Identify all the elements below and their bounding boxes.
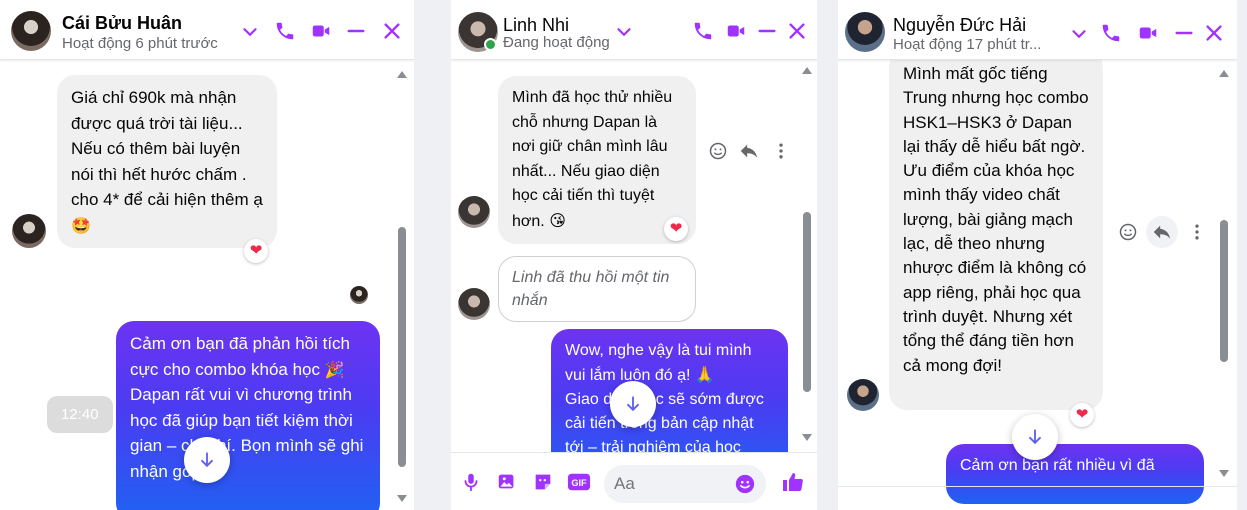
minimize-icon[interactable] — [1171, 20, 1197, 46]
online-indicator — [484, 38, 497, 51]
outgoing-message[interactable]: Cảm ơn bạn đã phản hồi tích cực cho comb… — [116, 321, 380, 510]
party-popper-emoji: 🎉 — [324, 359, 345, 379]
message-text: Giá chỉ 690k mà nhận được quá trời tài l… — [71, 88, 263, 209]
reply-icon[interactable] — [1146, 216, 1178, 248]
chat-header: Nguyễn Đức Hải Hoạt động 17 phút tr... — [838, 0, 1237, 60]
emoji-picker-icon[interactable] — [734, 473, 756, 495]
message-scrollbar[interactable] — [1218, 62, 1230, 484]
incoming-message[interactable]: Mình đã học thử nhiều chỗ nhưng Dapan là… — [498, 76, 696, 244]
arrow-down-icon — [627, 396, 639, 412]
react-smiley-icon[interactable] — [1115, 219, 1141, 245]
phone-call-icon[interactable] — [272, 18, 298, 44]
like-thumb-icon[interactable] — [780, 469, 806, 495]
heart-reaction-icon[interactable]: ❤ — [244, 239, 268, 263]
gif-icon[interactable]: GIF — [566, 469, 592, 495]
svg-text:GIF: GIF — [571, 478, 587, 488]
sender-avatar — [458, 196, 490, 228]
scrollbar-thumb[interactable] — [398, 227, 406, 467]
contact-name[interactable]: Nguyễn Đức Hải — [893, 15, 1026, 36]
scroll-down-arrow[interactable] — [802, 434, 812, 441]
star-struck-emoji: 🤩 — [71, 215, 91, 235]
minimize-icon[interactable] — [343, 18, 369, 44]
react-smiley-icon[interactable] — [705, 138, 731, 164]
contact-name[interactable]: Cái Bửu Huân — [62, 13, 182, 34]
chevron-down-icon[interactable] — [1066, 21, 1092, 47]
arrow-down-icon — [201, 452, 213, 468]
photo-icon[interactable] — [494, 469, 520, 495]
contact-name[interactable]: Linh Nhi — [503, 15, 569, 36]
message-scrollbar[interactable] — [801, 62, 813, 450]
message-text: Cảm ơn bạn rất nhiều vì đã — [960, 457, 1155, 474]
reply-icon[interactable] — [736, 138, 762, 164]
heart-reaction-icon[interactable]: ❤ — [664, 217, 688, 241]
video-call-icon[interactable] — [723, 18, 749, 44]
scrollbar-thumb[interactable] — [803, 212, 811, 392]
more-options-icon[interactable] — [1184, 219, 1210, 245]
close-icon[interactable] — [379, 18, 405, 44]
message-scrollbar[interactable] — [396, 62, 408, 510]
message-timestamp: 12:40 — [47, 396, 113, 433]
phone-call-icon[interactable] — [1098, 20, 1124, 46]
message-text: Cảm ơn bạn đã phản hồi tích cực cho comb… — [130, 334, 351, 379]
seen-avatar — [350, 286, 368, 304]
message-text-continued: Giao diện học sẽ sớm được cải tiến trong… — [565, 391, 764, 456]
recalled-message: Linh đã thu hồi một tin nhắn — [498, 256, 696, 322]
composer-divider — [838, 486, 1237, 487]
microphone-icon[interactable] — [458, 469, 484, 495]
chat-window-nguyen-duc-hai: Nguyễn Đức Hải Hoạt động 17 phút tr... M… — [838, 0, 1237, 510]
scroll-up-arrow[interactable] — [802, 67, 812, 74]
folded-hands-emoji: 🙏 — [694, 365, 715, 384]
message-text: Wow, nghe vậy là tui mình vui lắm luôn đ… — [565, 342, 752, 384]
contact-status: Hoạt động 17 phút tr... — [893, 36, 1042, 53]
contact-avatar[interactable] — [845, 12, 885, 52]
close-icon[interactable] — [1201, 20, 1227, 46]
incoming-message[interactable]: Giá chỉ 690k mà nhận được quá trời tài l… — [57, 75, 277, 248]
message-input[interactable] — [614, 465, 724, 503]
message-text: Mình đã học thử nhiều chỗ nhưng Dapan là… — [512, 89, 673, 230]
scroll-up-arrow[interactable] — [397, 71, 407, 78]
scroll-up-arrow[interactable] — [1219, 70, 1229, 77]
incoming-message[interactable]: Mình mất gốc tiếng Trung nhưng học combo… — [889, 50, 1103, 410]
arrow-down-icon — [1029, 429, 1041, 445]
phone-call-icon[interactable] — [690, 18, 716, 44]
contact-status: Hoạt động 6 phút trước — [62, 35, 218, 52]
scroll-to-bottom-button[interactable] — [1012, 414, 1058, 460]
sender-avatar — [12, 214, 46, 248]
chat-window-cai-buu-huan: Cái Bửu Huân Hoạt động 6 phút trước Giá … — [0, 0, 414, 510]
scrollbar-thumb[interactable] — [1220, 220, 1228, 362]
chat-window-linh-nhi: Linh Nhi Đang hoạt động Mình đã học thử … — [451, 0, 817, 510]
chat-header: Linh Nhi Đang hoạt động — [451, 0, 817, 60]
scroll-to-bottom-button[interactable] — [610, 381, 656, 427]
kissing-face-emoji: 😘 — [549, 210, 566, 230]
video-call-icon[interactable] — [1135, 20, 1161, 46]
window-gap — [414, 0, 451, 510]
sender-avatar — [847, 379, 879, 411]
window-gap — [817, 0, 838, 510]
outgoing-message[interactable]: Cảm ơn bạn rất nhiều vì đã — [946, 444, 1204, 504]
contact-avatar[interactable] — [11, 11, 51, 51]
chat-header: Cái Bửu Huân Hoạt động 6 phút trước — [0, 0, 414, 60]
sender-avatar — [458, 288, 490, 320]
message-text-continued: Dapan rất vui vì chương trình học đã giú… — [130, 385, 364, 481]
window-gap — [1237, 0, 1247, 510]
chevron-down-icon[interactable] — [611, 19, 637, 45]
scroll-down-arrow[interactable] — [397, 495, 407, 502]
contact-status: Đang hoạt động — [503, 34, 610, 51]
message-input-box — [604, 465, 766, 503]
video-call-icon[interactable] — [308, 18, 334, 44]
message-text: Mình mất gốc tiếng Trung nhưng học combo… — [903, 64, 1089, 375]
sticker-icon[interactable] — [530, 469, 556, 495]
scroll-to-bottom-button[interactable] — [184, 437, 230, 483]
message-composer: GIF — [451, 452, 817, 510]
heart-reaction-icon[interactable]: ❤ — [1070, 403, 1094, 427]
chevron-down-icon[interactable] — [237, 19, 263, 45]
close-icon[interactable] — [784, 18, 810, 44]
scroll-down-arrow[interactable] — [1219, 470, 1229, 477]
minimize-icon[interactable] — [754, 18, 780, 44]
more-options-icon[interactable] — [768, 138, 794, 164]
